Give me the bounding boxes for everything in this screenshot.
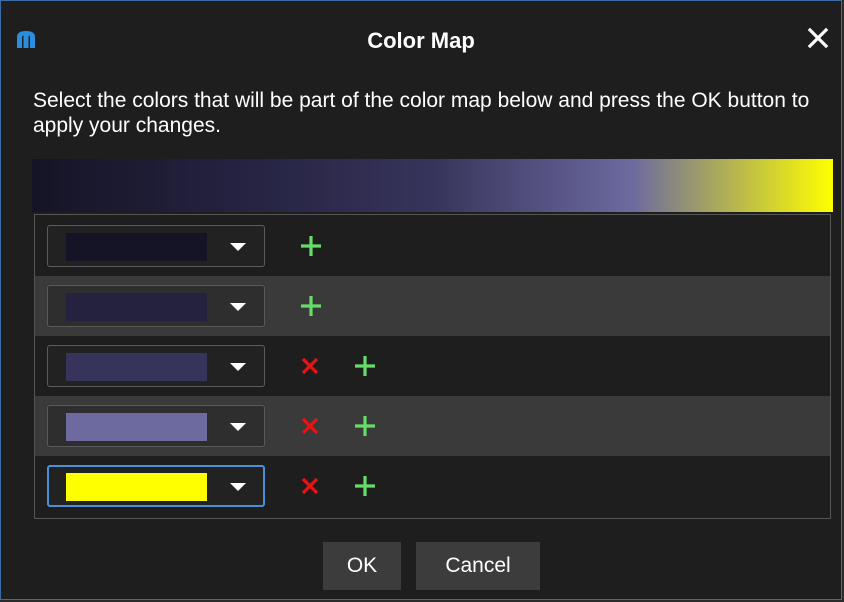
remove-color-icon[interactable] — [298, 414, 322, 438]
color-stop-row — [35, 336, 830, 396]
add-color-icon[interactable] — [299, 234, 323, 258]
color-stop-row — [35, 216, 830, 276]
chevron-down-icon — [230, 483, 246, 491]
color-dropdown[interactable] — [47, 405, 265, 447]
chevron-down-icon — [230, 423, 246, 431]
chevron-down-icon — [230, 243, 246, 251]
close-icon[interactable] — [805, 25, 831, 51]
color-dropdown[interactable] — [47, 465, 265, 507]
color-map-dialog: Color Map Select the colors that will be… — [0, 0, 842, 600]
color-dropdown[interactable] — [47, 345, 265, 387]
remove-color-icon[interactable] — [298, 354, 322, 378]
add-color-icon[interactable] — [353, 474, 377, 498]
add-color-icon[interactable] — [299, 294, 323, 318]
color-dropdown[interactable] — [47, 225, 265, 267]
chevron-down-icon — [230, 303, 246, 311]
color-stop-row — [35, 396, 830, 456]
color-swatch — [66, 473, 207, 501]
color-stop-row — [35, 456, 830, 516]
color-map-preview — [32, 159, 833, 212]
chevron-down-icon — [230, 363, 246, 371]
title-bar: Color Map — [1, 1, 841, 81]
ok-button[interactable]: OK — [323, 542, 401, 590]
dialog-title: Color Map — [367, 28, 475, 53]
color-swatch — [66, 293, 207, 321]
add-color-icon[interactable] — [353, 414, 377, 438]
color-stop-row — [35, 276, 830, 336]
remove-color-icon[interactable] — [298, 474, 322, 498]
color-swatch — [66, 233, 207, 261]
instructions-text: Select the colors that will be part of t… — [33, 89, 810, 137]
color-swatch — [66, 413, 207, 441]
color-stop-list — [34, 214, 831, 519]
color-dropdown[interactable] — [47, 285, 265, 327]
color-swatch — [66, 353, 207, 381]
cancel-button[interactable]: Cancel — [416, 542, 540, 590]
app-logo-icon — [17, 31, 35, 48]
add-color-icon[interactable] — [353, 354, 377, 378]
